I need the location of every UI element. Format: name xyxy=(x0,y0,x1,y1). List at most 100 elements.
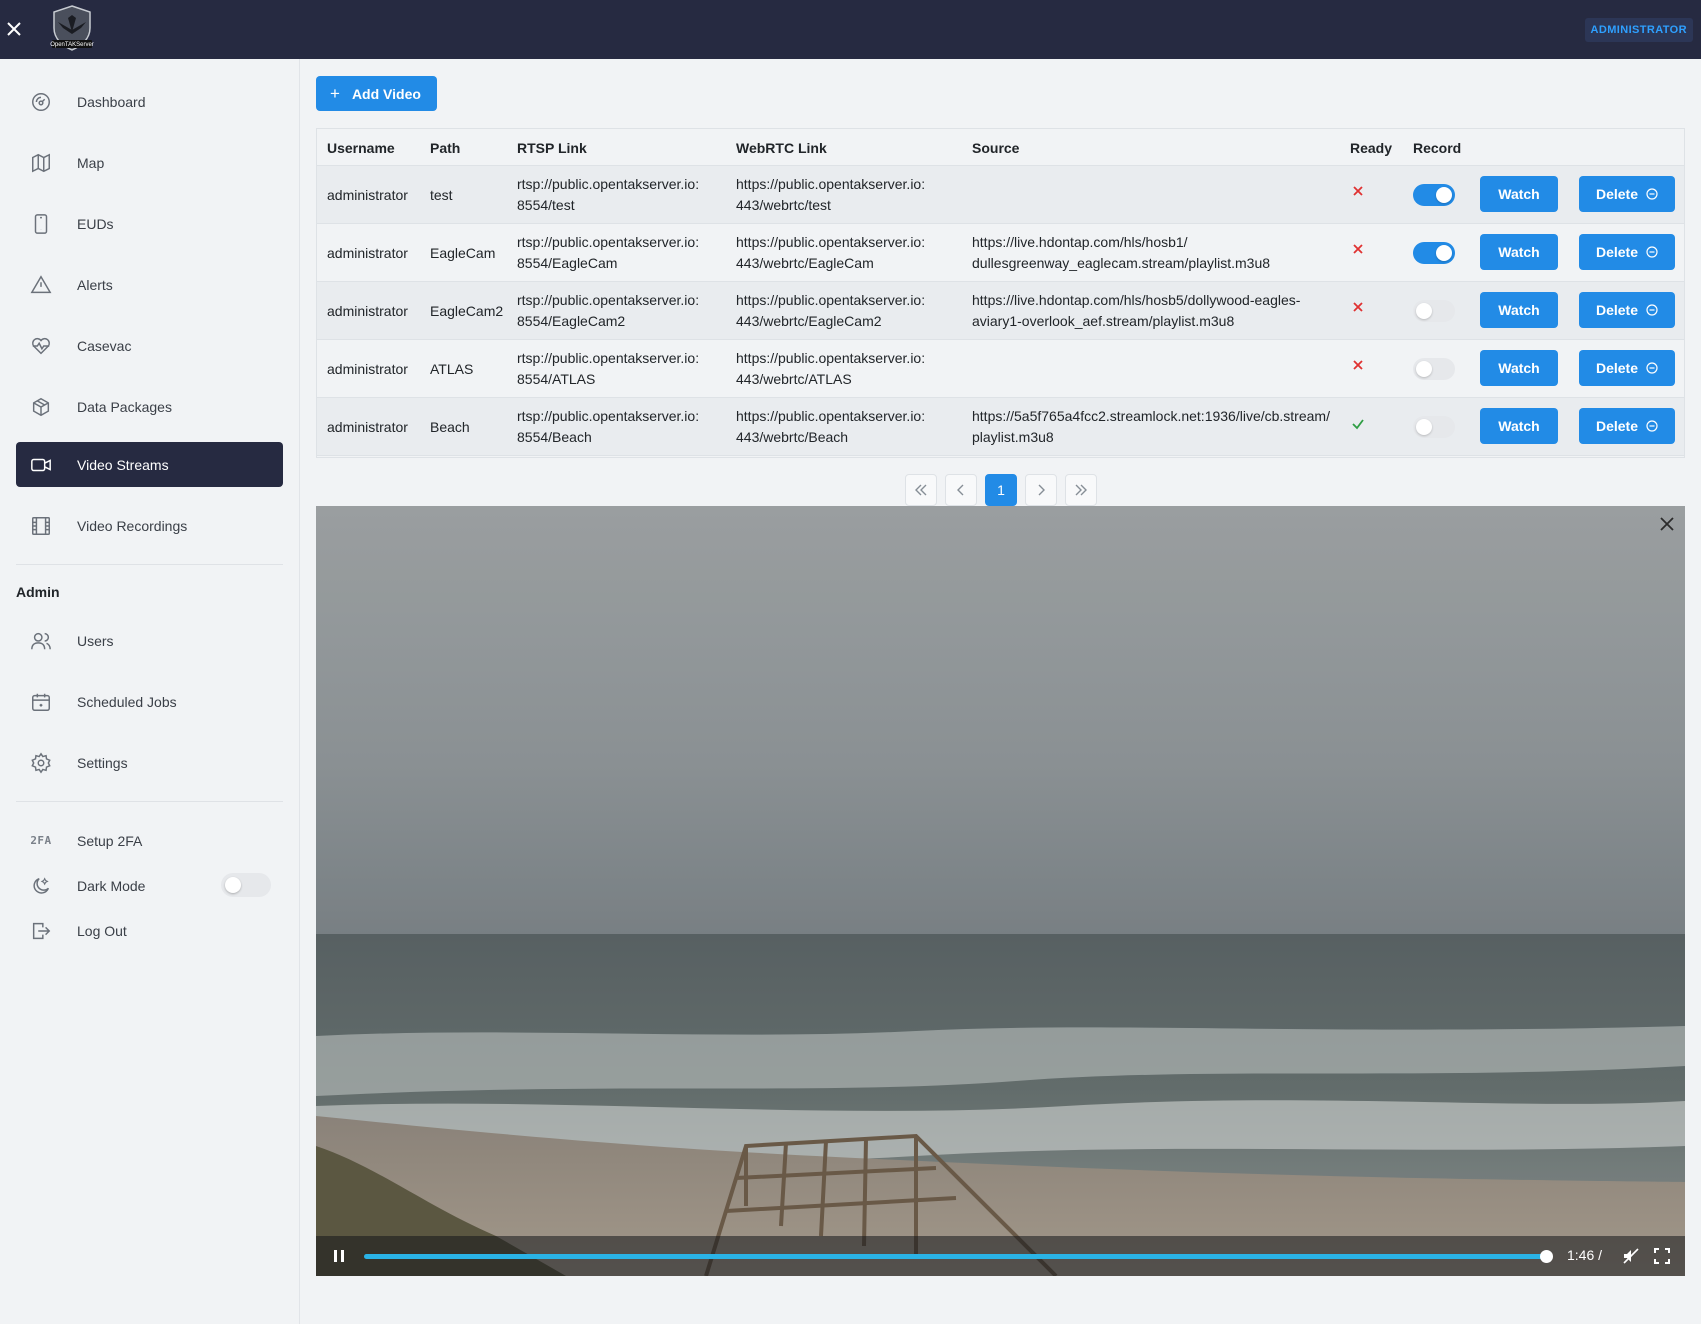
column-header-path[interactable]: Path xyxy=(430,140,460,156)
sidebar-item-casevac[interactable]: Casevac xyxy=(16,323,283,368)
cell-source: https://live.hdontap.com/hls/hosb5/dolly… xyxy=(972,290,1300,332)
delete-button[interactable]: Delete xyxy=(1579,234,1675,270)
toggle-knob xyxy=(1436,187,1452,203)
sidebar-divider xyxy=(16,564,283,565)
webrtc-link-line: https://public.opentakserver.io: xyxy=(736,408,926,424)
add-video-button[interactable]: + Add Video xyxy=(316,76,437,111)
close-icon[interactable] xyxy=(4,18,24,40)
gauge-icon xyxy=(29,90,53,114)
sidebar-item-euds[interactable]: EUDs xyxy=(16,201,283,246)
seek-bar[interactable] xyxy=(364,1250,1554,1263)
seek-handle[interactable] xyxy=(1540,1250,1554,1263)
last-page-button[interactable] xyxy=(1065,474,1097,506)
player-controls: 1:46 / xyxy=(316,1236,1685,1276)
sidebar-item-map[interactable]: Map xyxy=(16,140,283,185)
table-row: administrator Beach rtsp://public.opentaks… xyxy=(317,398,1684,456)
sidebar-item-video-streams[interactable]: Video Streams xyxy=(16,442,283,487)
record-toggle[interactable] xyxy=(1413,184,1455,206)
record-toggle[interactable] xyxy=(1413,242,1455,264)
table-row: administrator EagleCam rtsp://public.opent… xyxy=(317,224,1684,282)
rtsp-link-line: 8554/EagleCam xyxy=(517,255,618,271)
seek-bar-fill xyxy=(364,1254,1547,1259)
delete-button[interactable]: Delete xyxy=(1579,408,1675,444)
remove-circle-icon xyxy=(1638,246,1658,258)
sidebar-item-data-packages[interactable]: Data Packages xyxy=(16,384,283,429)
delete-button[interactable]: Delete xyxy=(1579,292,1675,328)
record-toggle[interactable] xyxy=(1413,416,1455,438)
sidebar-item-scheduled-jobs[interactable]: Scheduled Jobs xyxy=(16,679,283,724)
watch-button[interactable]: Watch xyxy=(1480,176,1558,212)
column-header-username[interactable]: Username xyxy=(327,140,395,156)
cell-webrtc-link: https://public.opentakserver.io: 443/webr… xyxy=(736,290,925,332)
sidebar-item-video-recordings[interactable]: Video Recordings xyxy=(16,503,283,548)
watch-button[interactable]: Watch xyxy=(1480,350,1558,386)
users-icon xyxy=(29,629,53,653)
sidebar-item-log-out[interactable]: Log Out xyxy=(16,908,283,953)
source-line: https://live.hdontap.com/hls/hosb5/dolly… xyxy=(972,292,1301,308)
sidebar-item-dashboard[interactable]: Dashboard xyxy=(16,79,283,124)
table-row: administrator test rtsp://public.opentakse… xyxy=(317,166,1684,224)
column-header-record[interactable]: Record xyxy=(1413,140,1461,156)
pause-icon[interactable] xyxy=(330,1247,348,1265)
column-header-rtsp-link[interactable]: RTSP Link xyxy=(517,140,587,156)
logo-wordmark: OpenTAKServer xyxy=(50,42,94,48)
sidebar-item-dark-mode: Dark Mode xyxy=(16,863,283,908)
watch-button[interactable]: Watch xyxy=(1480,292,1558,328)
sidebar-item-alerts[interactable]: Alerts xyxy=(16,262,283,307)
cell-path: EagleCam xyxy=(430,245,496,261)
sidebar-item-label: EUDs xyxy=(77,215,114,232)
playback-time: 1:46 / xyxy=(1567,1247,1603,1263)
toggle-knob xyxy=(1416,419,1432,435)
sidebar-item-label: Log Out xyxy=(77,922,127,939)
pagination: 1 xyxy=(905,474,1097,506)
delete-button[interactable]: Delete xyxy=(1579,350,1675,386)
video-player[interactable]: 1:46 / xyxy=(316,506,1685,1276)
dark-mode-toggle[interactable] xyxy=(221,873,271,897)
column-header-webrtc-link[interactable]: WebRTC Link xyxy=(736,140,827,156)
rtsp-link-line: rtsp://public.opentakserver.io: xyxy=(517,234,700,250)
rtsp-link-line: 8554/EagleCam2 xyxy=(517,313,626,329)
sidebar-item-settings[interactable]: Settings xyxy=(16,740,283,785)
column-header-ready[interactable]: Ready xyxy=(1350,140,1392,156)
delete-button[interactable]: Delete xyxy=(1579,176,1675,212)
remove-circle-icon xyxy=(1638,362,1658,374)
remove-circle-icon xyxy=(1638,420,1658,432)
next-page-button[interactable] xyxy=(1025,474,1057,506)
webrtc-link-line: 443/webrtc/EagleCam xyxy=(736,255,874,271)
role-badge[interactable]: ADMINISTRATOR xyxy=(1584,18,1693,42)
record-toggle[interactable] xyxy=(1413,300,1455,322)
cell-rtsp-link: rtsp://public.opentakserver.io: 8554/Eagl… xyxy=(517,290,699,332)
cell-rtsp-link: rtsp://public.opentakserver.io: 8554/Beac… xyxy=(517,406,699,448)
previous-page-button[interactable] xyxy=(945,474,977,506)
close-player-icon[interactable] xyxy=(1657,514,1677,534)
watch-button[interactable]: Watch xyxy=(1480,408,1558,444)
cell-webrtc-link: https://public.opentakserver.io: 443/webr… xyxy=(736,406,925,448)
toggle-knob xyxy=(1416,303,1432,319)
opentakserver-logo[interactable]: OpenTAKServer xyxy=(48,4,96,52)
toggle-knob xyxy=(225,877,241,893)
webrtc-link-line: https://public.opentakserver.io: xyxy=(736,292,926,308)
cell-path: Beach xyxy=(430,419,470,435)
fullscreen-icon[interactable] xyxy=(1653,1247,1671,1265)
logout-icon xyxy=(29,919,53,943)
alert-triangle-icon xyxy=(29,273,53,297)
first-page-button[interactable] xyxy=(905,474,937,506)
watch-button[interactable]: Watch xyxy=(1480,234,1558,270)
package-icon xyxy=(29,395,53,419)
column-header-source[interactable]: Source xyxy=(972,140,1019,156)
page-button-current[interactable]: 1 xyxy=(985,474,1017,506)
mute-icon[interactable] xyxy=(1622,1247,1640,1265)
sidebar-item-setup-2fa[interactable]: 2FA Setup 2FA xyxy=(16,818,283,863)
sidebar: Dashboard Map EUDs Alerts Casevac Data P… xyxy=(0,59,300,1324)
webrtc-link-line: 443/webrtc/EagleCam2 xyxy=(736,313,882,329)
sidebar-item-users[interactable]: Users xyxy=(16,618,283,663)
rtsp-link-line: 8554/ATLAS xyxy=(517,371,596,387)
delete-label: Delete xyxy=(1595,360,1639,376)
delete-label: Delete xyxy=(1595,244,1639,260)
record-toggle[interactable] xyxy=(1413,358,1455,380)
cell-rtsp-link: rtsp://public.opentakserver.io: 8554/Eagl… xyxy=(517,232,699,274)
table-row: administrator EagleCam2 rtsp://public.open… xyxy=(317,282,1684,340)
top-header: OpenTAKServer ADMINISTRATOR xyxy=(0,0,1701,59)
source-line: aviary1-overlook_aef.stream/playlist.m3u… xyxy=(972,313,1235,329)
rtsp-link-line: rtsp://public.opentakserver.io: xyxy=(517,408,700,424)
